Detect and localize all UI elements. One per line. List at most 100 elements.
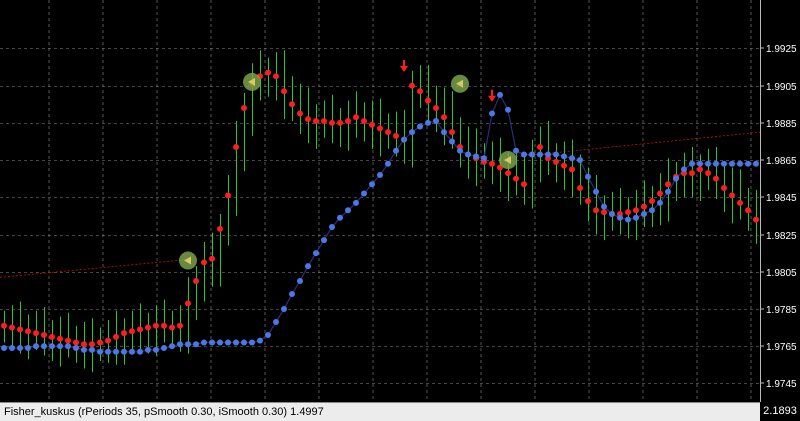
red-series-point: [89, 341, 95, 348]
red-series-point: [585, 198, 591, 204]
blue-series-point: [521, 151, 527, 158]
axis-tick-label: 1.9745: [766, 379, 797, 390]
blue-series-point: [49, 343, 55, 350]
blue-series-point: [401, 136, 407, 143]
axis-tick-label: 1.9825: [766, 231, 797, 242]
blue-series-point: [505, 106, 511, 113]
blue-series-point: [513, 147, 519, 154]
red-series-point: [209, 255, 215, 262]
blue-series-point: [441, 129, 447, 136]
red-series-point: [369, 121, 375, 128]
blue-series-point: [1, 345, 7, 352]
blue-series-point: [193, 341, 199, 348]
blue-series-point: [257, 337, 263, 344]
blue-series-point: [673, 175, 679, 182]
blue-series-point: [585, 173, 591, 180]
blue-series-point: [545, 151, 551, 158]
red-series-point: [297, 110, 303, 117]
blue-series-point: [249, 339, 255, 346]
blue-series-point: [233, 339, 239, 346]
blue-series-point: [689, 160, 695, 167]
red-series-point: [321, 117, 327, 124]
blue-series-point: [113, 348, 119, 355]
red-series-point: [113, 333, 119, 340]
red-series-point: [153, 322, 159, 329]
red-series-point: [537, 144, 543, 151]
blue-series-point: [225, 339, 231, 346]
red-series-point: [449, 129, 455, 136]
blue-series-point: [337, 214, 343, 221]
red-series-point: [433, 104, 439, 111]
blue-series-point: [121, 348, 127, 355]
red-series-point: [225, 192, 231, 199]
red-series-point: [17, 326, 23, 333]
blue-series-point: [57, 343, 63, 350]
blue-series-point: [201, 339, 207, 346]
red-series-point: [441, 114, 447, 121]
blue-series-point: [729, 160, 735, 167]
red-series-point: [313, 117, 319, 124]
blue-series-point: [449, 138, 455, 145]
blue-series-point: [153, 346, 159, 353]
axis-tick-label: 1.9765: [766, 342, 797, 353]
red-series-point: [129, 328, 135, 335]
red-series-point: [241, 104, 247, 111]
axis-tick-label: 1.9905: [766, 82, 797, 93]
red-series-point: [65, 337, 71, 344]
axis-tick-label: 1.9805: [766, 268, 797, 279]
red-series-point: [273, 73, 279, 80]
blue-series-point: [705, 160, 711, 167]
blue-series-point: [169, 343, 175, 350]
red-series-point: [625, 209, 631, 216]
blue-series-point: [209, 339, 215, 346]
red-series-point: [689, 170, 695, 177]
red-series-point: [505, 170, 511, 177]
blue-series-point: [753, 160, 759, 167]
blue-series-point: [217, 339, 223, 346]
blue-series-point: [161, 345, 167, 352]
blue-series-point: [409, 129, 415, 136]
red-series-point: [57, 335, 63, 342]
red-series-point: [49, 333, 55, 340]
blue-series-point: [97, 348, 103, 355]
red-series-point: [169, 324, 175, 331]
blue-series-point: [697, 160, 703, 167]
blue-series-point: [665, 188, 671, 195]
red-series-point: [601, 209, 607, 216]
red-series-point: [81, 341, 87, 348]
blue-series-point: [473, 153, 479, 160]
red-series-point: [361, 117, 367, 124]
red-series-point: [633, 207, 639, 214]
blue-series-point: [457, 147, 463, 154]
blue-series-point: [353, 199, 359, 206]
blue-series-point: [185, 341, 191, 348]
red-series-point: [593, 207, 599, 214]
red-series-point: [425, 97, 431, 104]
blue-series-point: [65, 343, 71, 350]
red-series-point: [201, 259, 207, 266]
blue-series-point: [385, 160, 391, 167]
blue-series-point: [633, 214, 639, 221]
red-series-point: [329, 119, 335, 126]
blue-series-point: [657, 199, 663, 206]
red-series-point: [753, 216, 759, 223]
blue-series-point: [745, 160, 751, 167]
blue-series-point: [137, 348, 143, 355]
blue-series-point: [497, 91, 503, 98]
red-series-point: [193, 278, 199, 285]
red-series-point: [97, 339, 103, 346]
axis-tick-label: 1.9785: [766, 305, 797, 316]
blue-series-point: [489, 110, 495, 117]
red-series-point: [9, 324, 15, 331]
price-chart[interactable]: 1.9925 1.9905 1.9885 1.9865 1.9845 1.9825 1.98…: [0, 0, 800, 420]
red-series-point: [33, 330, 39, 337]
blue-series-point: [433, 117, 439, 124]
blue-series-point: [601, 203, 607, 210]
red-series-point: [289, 101, 295, 108]
blue-series-point: [713, 160, 719, 167]
blue-series-point: [593, 188, 599, 195]
red-series-point: [1, 322, 7, 329]
blue-series-point: [345, 207, 351, 214]
red-series-point: [353, 114, 359, 121]
blue-series-point: [465, 151, 471, 158]
